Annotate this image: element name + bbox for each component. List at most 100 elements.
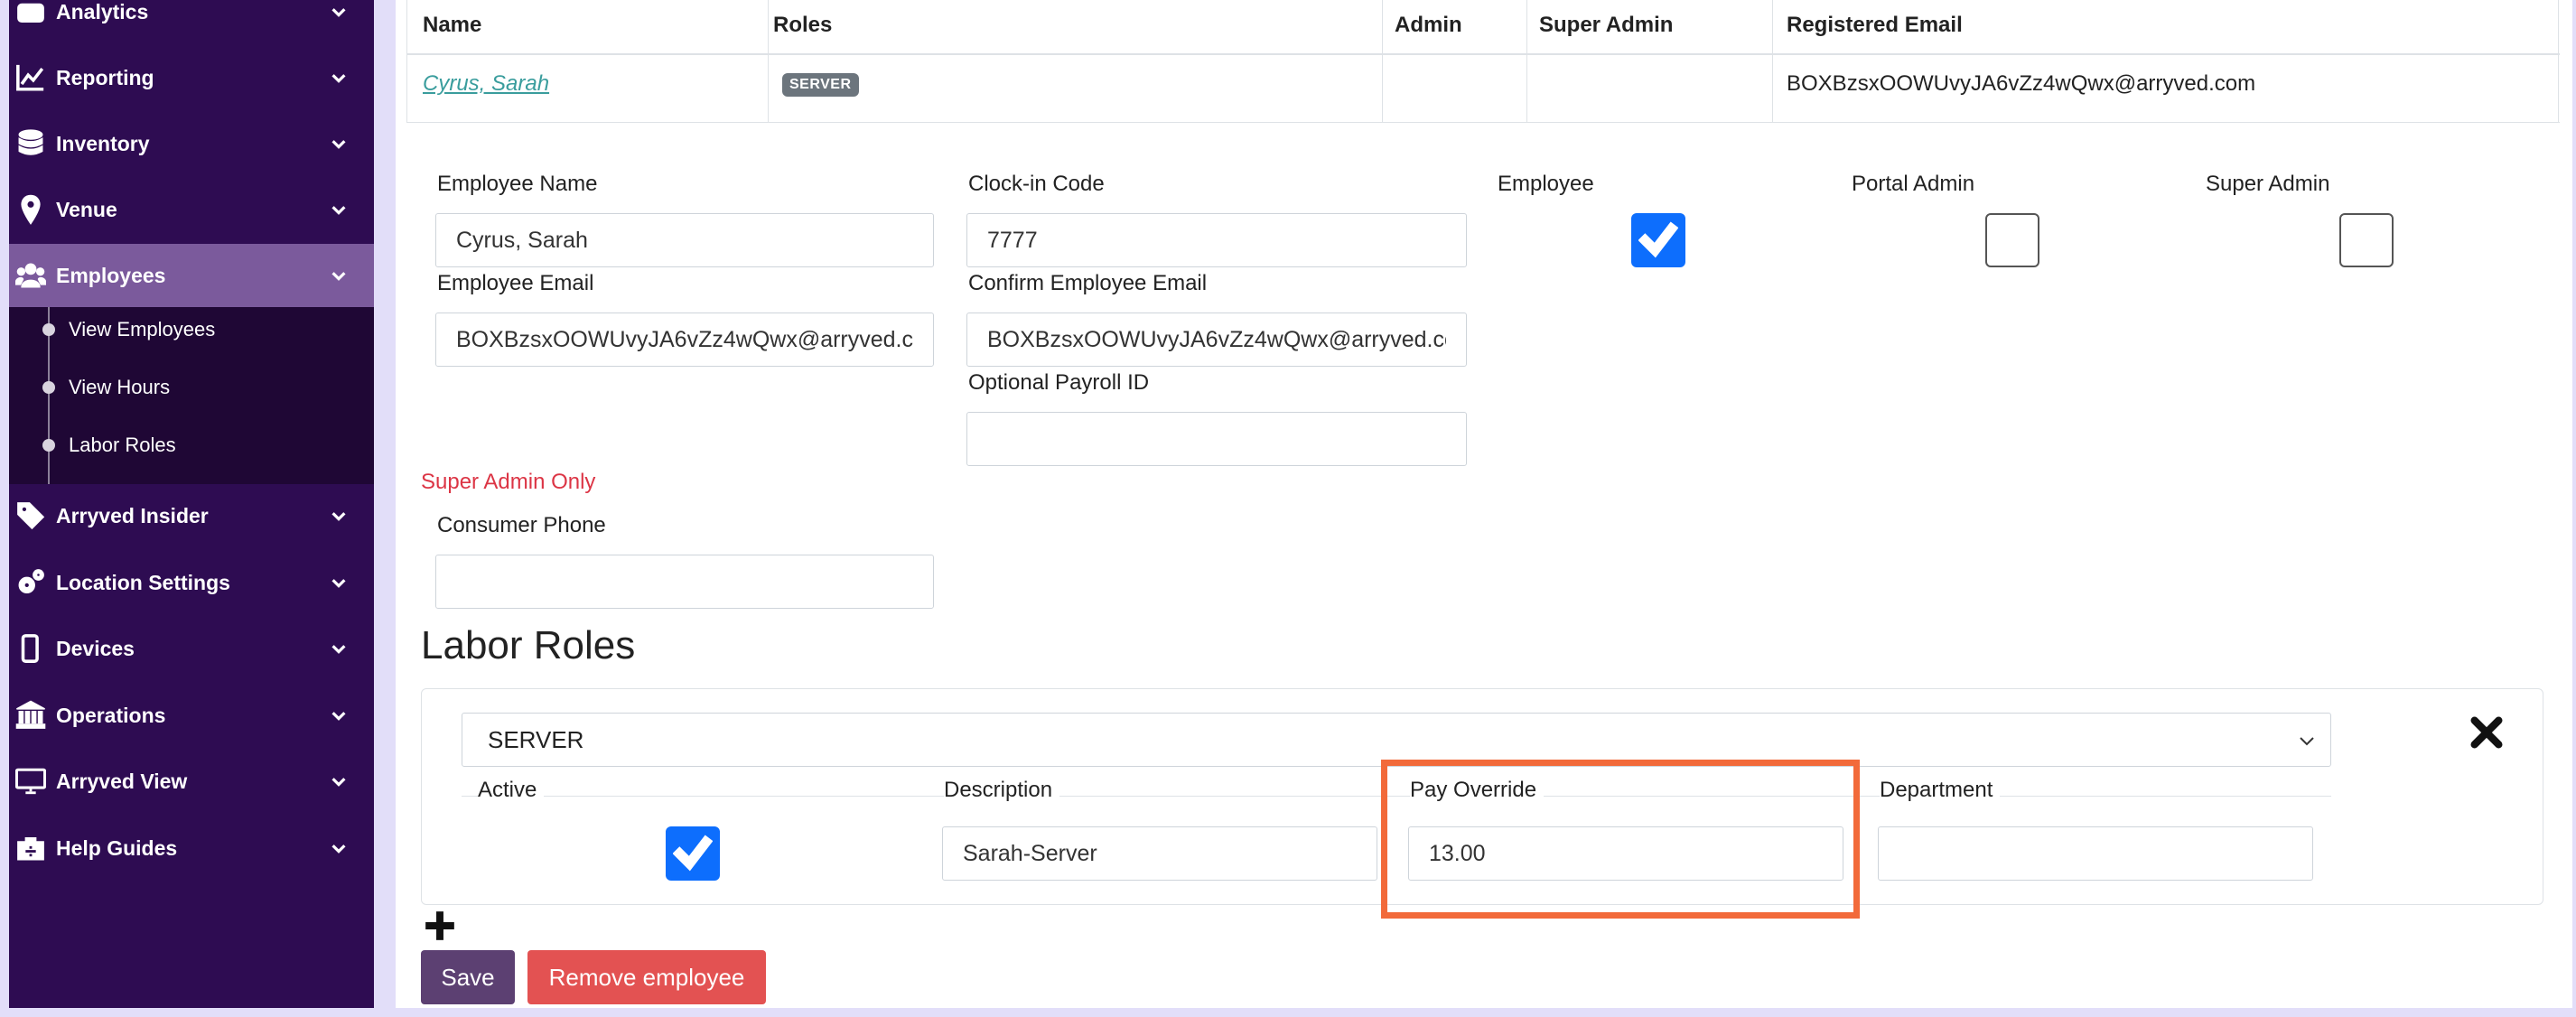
portal-admin-label: Portal Admin <box>1852 172 1975 196</box>
main-content: Name Roles Admin Super Admin Registered … <box>396 0 2572 1008</box>
checkmark-icon <box>673 835 713 872</box>
sidebar-item-label: Devices <box>56 636 135 660</box>
sidebar: Analytics Reporting Inventory Venue Empl… <box>9 0 374 1008</box>
portal-admin-checkbox[interactable] <box>1985 213 2039 267</box>
chevron-down-icon <box>329 838 349 858</box>
description-label: Description <box>944 778 1060 803</box>
payroll-id-input[interactable] <box>966 412 1467 466</box>
chevron-down-icon <box>329 134 349 154</box>
desktop-monitor-icon <box>14 765 47 798</box>
sidebar-item-help-guides[interactable]: Help Guides <box>9 816 374 880</box>
labor-role-card: SERVER Active Description Pay Override D… <box>421 688 2543 919</box>
venue-map-marker-icon <box>14 193 47 226</box>
remove-employee-button[interactable]: Remove employee <box>527 950 766 1004</box>
table-border <box>2558 0 2559 123</box>
reporting-chart-icon <box>14 61 47 94</box>
employee-name-input[interactable] <box>435 213 934 267</box>
labor-roles-heading: Labor Roles <box>421 623 636 667</box>
confirm-email-input[interactable] <box>966 313 1467 367</box>
save-button[interactable]: Save <box>421 950 515 1004</box>
chevron-down-icon <box>329 639 349 658</box>
pay-override-input[interactable] <box>1408 826 1843 881</box>
employee-table-header: Name Roles Admin Super Admin Registered … <box>406 0 2560 54</box>
sidebar-item-label: Venue <box>56 197 117 221</box>
column-header-registered-email: Registered Email <box>1787 13 1963 37</box>
chevron-down-icon <box>329 771 349 791</box>
employees-users-icon <box>14 259 47 292</box>
role-description-input[interactable] <box>942 826 1377 881</box>
mobile-device-icon <box>14 632 47 665</box>
consumer-phone-label: Consumer Phone <box>437 513 606 537</box>
tag-icon <box>14 499 47 532</box>
bank-building-icon <box>14 699 47 732</box>
role-active-checkbox[interactable] <box>666 826 720 881</box>
table-border <box>1382 0 1383 123</box>
bullet-icon <box>42 381 55 394</box>
clock-in-code-label: Clock-in Code <box>968 172 1105 196</box>
sidebar-item-label: Inventory <box>56 131 150 155</box>
employee-checkbox[interactable] <box>1631 213 1685 267</box>
sidebar-item-venue[interactable]: Venue <box>9 178 374 241</box>
sidebar-item-analytics[interactable]: Analytics <box>9 0 374 43</box>
sidebar-item-reporting[interactable]: Reporting <box>9 46 374 109</box>
registered-email-cell: BOXBzsxOOWUvyJA6vZz4wQwx@arryved.com <box>1787 71 2256 96</box>
sidebar-item-label: Reporting <box>56 65 154 89</box>
sidebar-item-label: Arryved Insider <box>56 503 209 527</box>
table-border <box>768 0 769 123</box>
checkmark-icon <box>1638 221 1678 258</box>
sidebar-item-label: Operations <box>56 703 166 727</box>
department-label: Department <box>1880 778 2001 803</box>
add-labor-role-plus-icon[interactable] <box>423 909 457 943</box>
bullet-icon <box>42 439 55 452</box>
column-header-super-admin: Super Admin <box>1539 13 1674 37</box>
sidebar-item-location-settings[interactable]: Location Settings <box>9 551 374 614</box>
sidebar-item-label: Analytics <box>56 0 149 23</box>
inventory-database-icon <box>14 127 47 160</box>
employee-name-link[interactable]: Cyrus, Sarah <box>423 71 549 97</box>
sidebar-item-devices[interactable]: Devices <box>9 617 374 680</box>
table-border <box>406 0 407 123</box>
submenu-item-view-employees[interactable]: View Employees <box>9 307 374 352</box>
employee-email-label: Employee Email <box>437 271 594 295</box>
chevron-down-icon <box>329 506 349 526</box>
sidebar-item-label: Help Guides <box>56 835 178 860</box>
first-aid-kit-icon <box>14 832 47 864</box>
employee-email-input[interactable] <box>435 313 934 367</box>
chevron-down-icon <box>329 68 349 88</box>
labor-role-selected-value: SERVER <box>488 726 584 753</box>
role-field-divider <box>462 796 2331 797</box>
table-border <box>1526 0 1527 123</box>
remove-role-close-icon[interactable] <box>2469 714 2505 751</box>
clock-in-code-input[interactable] <box>966 213 1467 267</box>
submenu-item-labor-roles[interactable]: Labor Roles <box>9 423 374 468</box>
employees-submenu: View Employees View Hours Labor Roles <box>9 307 374 484</box>
sidebar-item-arryved-view[interactable]: Arryved View <box>9 750 374 813</box>
sidebar-item-arryved-insider[interactable]: Arryved Insider <box>9 484 374 547</box>
cogs-icon <box>14 566 47 599</box>
employee-checkbox-label: Employee <box>1498 172 1594 196</box>
confirm-email-label: Confirm Employee Email <box>968 271 1208 295</box>
sidebar-item-label: Location Settings <box>56 570 230 594</box>
active-label: Active <box>478 778 545 803</box>
role-badge: SERVER <box>782 73 859 97</box>
consumer-phone-input[interactable] <box>435 555 934 609</box>
sidebar-item-inventory[interactable]: Inventory <box>9 112 374 175</box>
department-input[interactable] <box>1878 826 2313 881</box>
pay-override-label: Pay Override <box>1410 778 1545 803</box>
bullet-icon <box>42 323 55 336</box>
chevron-down-icon <box>329 2 349 22</box>
column-header-roles: Roles <box>773 13 833 37</box>
chevron-down-icon <box>329 705 349 725</box>
submenu-item-label: View Employees <box>69 318 216 341</box>
sidebar-item-employees[interactable]: Employees <box>9 244 374 307</box>
submenu-item-view-hours[interactable]: View Hours <box>9 365 374 410</box>
analytics-icon <box>14 0 47 28</box>
labor-role-select[interactable]: SERVER <box>462 713 2331 767</box>
sidebar-item-operations[interactable]: Operations <box>9 684 374 747</box>
chevron-down-icon <box>329 200 349 219</box>
chevron-down-icon <box>2300 737 2314 746</box>
employee-name-label: Employee Name <box>437 172 598 196</box>
super-admin-checkbox[interactable] <box>2339 213 2394 267</box>
chevron-down-icon <box>329 573 349 592</box>
submenu-item-label: Labor Roles <box>69 434 176 456</box>
